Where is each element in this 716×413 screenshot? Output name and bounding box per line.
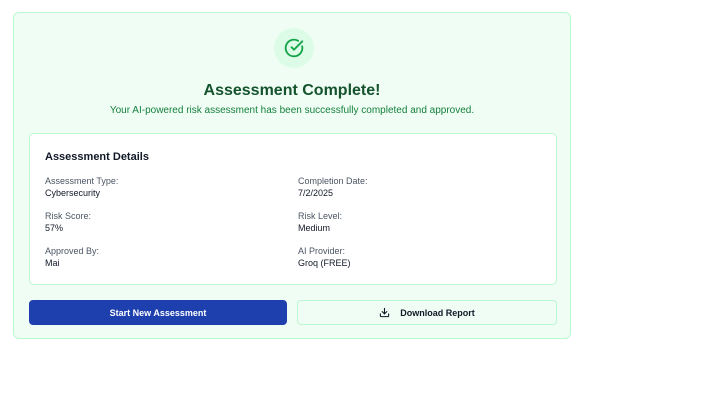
field-label: Assessment Type: — [45, 176, 119, 186]
assessment-details-panel: Assessment Details Assessment Type: Cybe… — [29, 133, 557, 285]
field-value: Medium — [298, 223, 331, 233]
field-label: Completion Date: — [298, 176, 368, 186]
details-title: Assessment Details — [45, 151, 149, 163]
assessment-complete-card: Assessment Complete! Your AI-powered ris… — [13, 12, 571, 339]
field-label: Risk Level: — [298, 211, 343, 221]
field-label: Risk Score: — [45, 211, 92, 221]
field-value: Groq (FREE) — [298, 258, 351, 268]
page-title: Assessment Complete! — [203, 82, 381, 99]
page-subtitle: Your AI-powered risk assessment has been… — [109, 105, 475, 116]
download-report-button[interactable]: Download Report — [297, 300, 557, 325]
download-report-label: Download Report — [400, 307, 475, 318]
field-completion-date: Completion Date: 7/2/2025 — [298, 176, 368, 199]
field-label: AI Provider: — [298, 246, 346, 256]
field-assessment-type: Assessment Type: Cybersecurity — [45, 176, 118, 199]
download-icon — [379, 307, 390, 318]
field-risk-score: Risk Score: 57% — [45, 211, 91, 234]
field-value: 7/2/2025 — [298, 188, 334, 198]
field-value: Mai — [45, 258, 60, 268]
check-circle-icon — [274, 28, 314, 68]
field-ai-provider: AI Provider: Groq (FREE) — [298, 246, 351, 269]
field-value: 57% — [45, 223, 64, 233]
field-approved-by: Approved By: Mai — [45, 246, 99, 269]
field-risk-level: Risk Level: Medium — [298, 211, 342, 234]
field-value: Cybersecurity — [45, 188, 101, 198]
start-new-assessment-label: Start New Assessment — [109, 307, 207, 318]
field-label: Approved By: — [45, 246, 100, 256]
start-new-assessment-button[interactable]: Start New Assessment — [29, 300, 287, 325]
